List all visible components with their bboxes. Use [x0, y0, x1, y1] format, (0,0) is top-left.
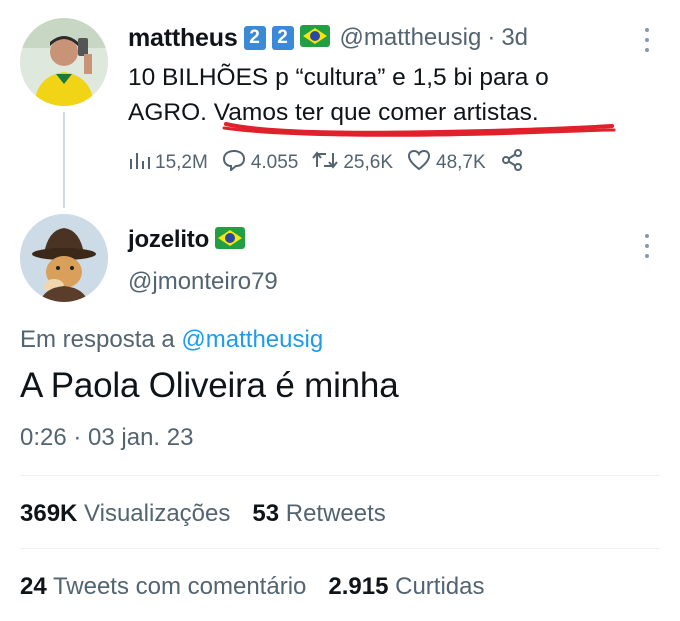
author-name[interactable]: jozelito — [128, 226, 209, 254]
retweet-action[interactable]: 25,6K — [312, 149, 393, 177]
thread-connector-line — [63, 112, 65, 208]
retweets-count: 53 — [252, 500, 280, 527]
tweet-time[interactable]: 3d — [501, 24, 528, 52]
more-options-icon[interactable] — [644, 28, 650, 52]
views-label: Visualizações — [84, 500, 231, 527]
reply-action[interactable]: 4.055 — [222, 149, 299, 177]
stats-row: 24 Tweets com comentário 2.915 Curtidas — [20, 573, 506, 601]
parent-tweet-header: mattheus 2 2 @mattheusig · 3d — [128, 20, 528, 56]
likes-stat[interactable]: 2.915 Curtidas — [328, 573, 484, 601]
quotes-label: Tweets com comentário — [52, 573, 307, 600]
author-handle[interactable]: @jmonteiro79 — [128, 268, 278, 296]
views-count: 369K — [20, 500, 78, 527]
like-action[interactable]: 48,7K — [407, 149, 486, 177]
stats-row: 369K Visualizações 53 Retweets — [20, 500, 408, 528]
jozelito-avatar[interactable] — [20, 214, 108, 302]
red-underline-annotation — [222, 122, 616, 137]
tweet-action-bar: 15,2M 4.055 25,6K 48,7K — [128, 148, 543, 178]
reply-tweet-text: A Paola Oliveira é minha — [20, 366, 399, 405]
reply-icon — [222, 149, 251, 177]
analytics-icon — [128, 149, 155, 177]
tweet-text-plain: AGRO. — [128, 99, 214, 126]
views-action[interactable]: 15,2M — [128, 149, 208, 177]
quotes-count: 24 — [20, 573, 47, 600]
retweets-stat[interactable]: 53 Retweets — [252, 500, 385, 528]
reply-target-link[interactable]: @mattheusig — [181, 326, 323, 353]
quotes-stat[interactable]: 24 Tweets com comentário — [20, 573, 306, 601]
views-count: 15,2M — [155, 152, 208, 173]
share-action[interactable] — [500, 148, 529, 178]
likes-count: 2.915 — [328, 573, 389, 600]
retweet-icon — [312, 149, 343, 177]
separator-dot: · — [487, 24, 496, 51]
mattheus-avatar[interactable] — [20, 18, 108, 106]
tweet-timestamp[interactable]: 0:26 · 03 jan. 23 — [20, 424, 193, 452]
share-icon — [500, 148, 529, 178]
like-count: 48,7K — [436, 152, 486, 173]
divider — [20, 475, 660, 476]
more-options-icon[interactable] — [644, 234, 650, 258]
brazil-flag-icon — [215, 226, 246, 254]
reply-count: 4.055 — [250, 152, 299, 173]
badge-number: 2 — [243, 26, 266, 50]
views-stat[interactable]: 369K Visualizações — [20, 500, 230, 528]
divider — [20, 548, 660, 549]
author-handle[interactable]: @mattheusig — [340, 24, 482, 52]
replying-to: Em resposta a @mattheusig — [20, 326, 323, 354]
retweets-label: Retweets — [285, 500, 386, 527]
badge-number: 2 — [271, 26, 294, 50]
tweet-text-line: 10 BILHÕES p “cultura” e 1,5 bi para o — [128, 64, 549, 91]
brazil-flag-icon — [299, 24, 330, 52]
retweet-count: 25,6K — [343, 152, 394, 173]
reply-prefix: Em resposta a — [20, 326, 175, 353]
reply-author-row: jozelito — [128, 226, 246, 254]
likes-label: Curtidas — [395, 573, 485, 600]
author-name[interactable]: mattheus — [128, 24, 238, 53]
heart-icon — [407, 149, 436, 177]
